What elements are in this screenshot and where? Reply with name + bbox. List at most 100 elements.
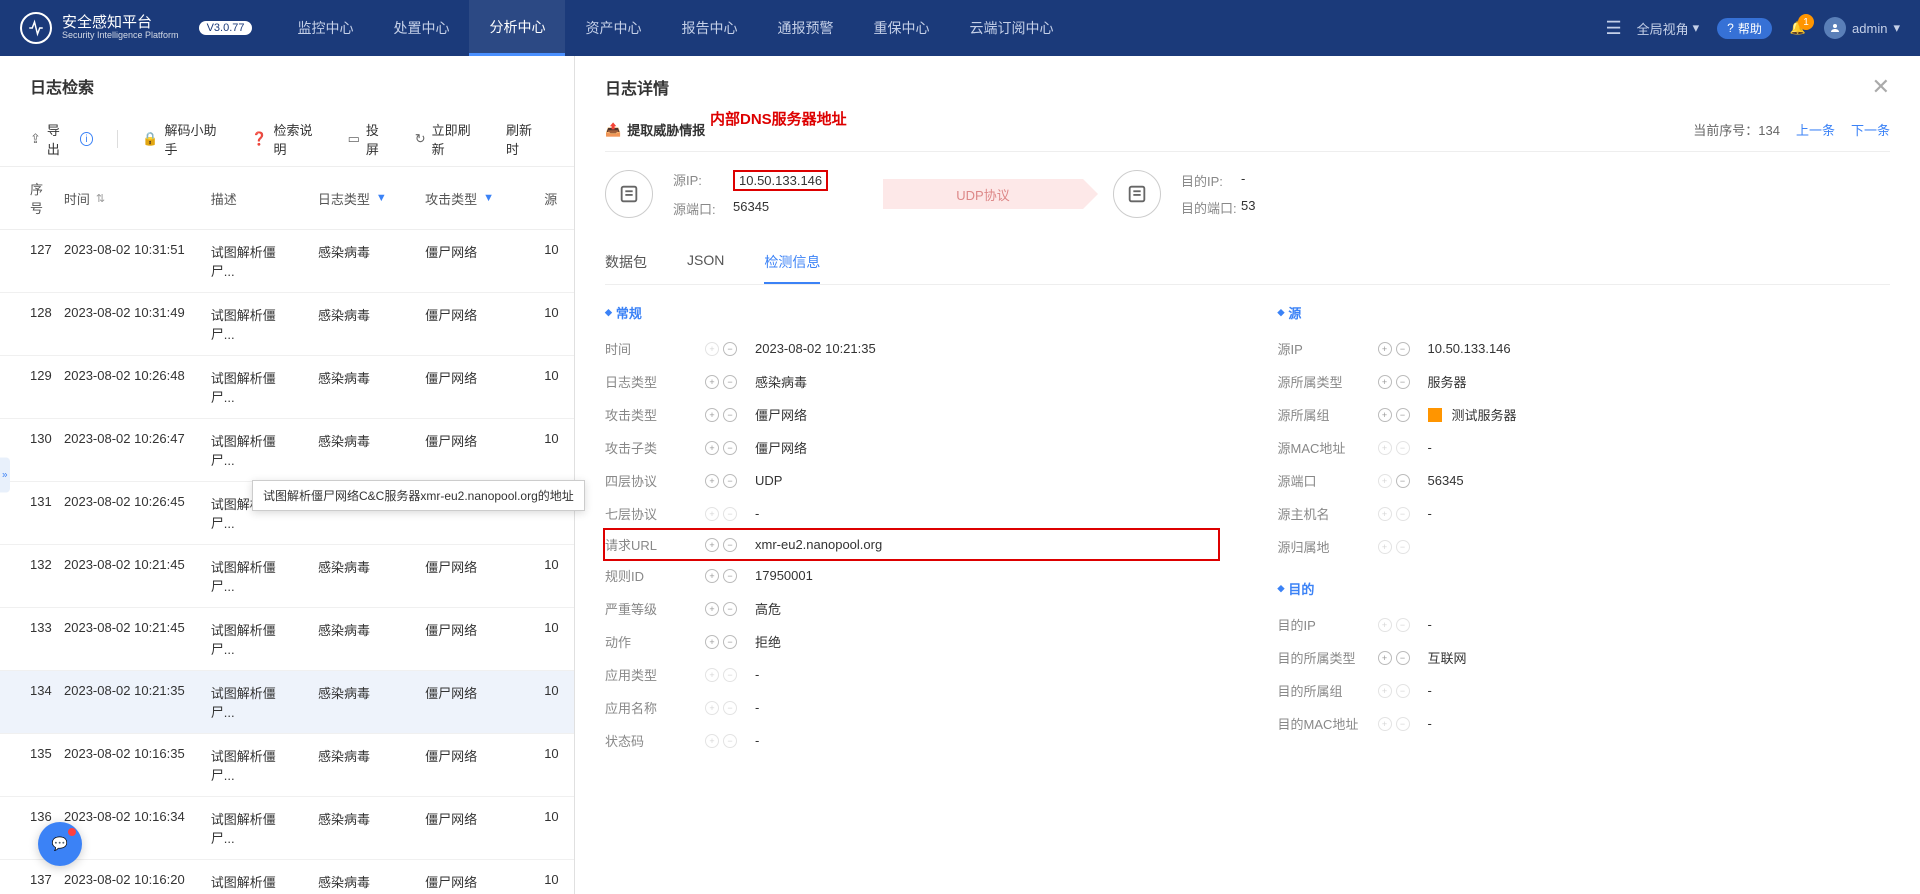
table-row[interactable]: 1292023-08-02 10:26:48试图解析僵尸...感染病毒僵尸网络1…	[0, 356, 574, 419]
minus-icon[interactable]: −	[1396, 618, 1410, 632]
column-logtype[interactable]: 日志类型▼	[308, 179, 415, 217]
minus-icon[interactable]: −	[723, 734, 737, 748]
nav-item[interactable]: 处置中心	[373, 0, 469, 56]
plus-icon[interactable]: +	[705, 734, 719, 748]
nav-item[interactable]: 云端订阅中心	[949, 0, 1073, 56]
minus-icon[interactable]: −	[723, 441, 737, 455]
extract-threat-button[interactable]: 📤提取威胁情报	[605, 120, 705, 139]
plus-icon[interactable]: +	[705, 701, 719, 715]
table-row[interactable]: 1332023-08-02 10:21:45试图解析僵尸...感染病毒僵尸网络1…	[0, 608, 574, 671]
plus-icon[interactable]: +	[1378, 408, 1392, 422]
filter-icon[interactable]: ▼	[376, 192, 387, 204]
plus-icon[interactable]: +	[705, 569, 719, 583]
table-row[interactable]: 1322023-08-02 10:21:45试图解析僵尸...感染病毒僵尸网络1…	[0, 545, 574, 608]
minus-icon[interactable]: −	[723, 408, 737, 422]
plus-icon[interactable]: +	[1378, 342, 1392, 356]
nav-item[interactable]: 监控中心	[277, 0, 373, 56]
minus-icon[interactable]: −	[723, 701, 737, 715]
search-help-button[interactable]: ❓检索说明	[251, 120, 323, 158]
minus-icon[interactable]: −	[723, 668, 737, 682]
minus-icon[interactable]: −	[723, 507, 737, 521]
column-atktype[interactable]: 攻击类型▼	[415, 179, 534, 217]
nav-more-icon[interactable]: ☰	[1590, 18, 1636, 39]
chat-button[interactable]: 💬	[38, 822, 82, 866]
plus-icon[interactable]: +	[705, 538, 719, 552]
minus-icon[interactable]: −	[723, 538, 737, 552]
close-button[interactable]: ✕	[1872, 74, 1890, 100]
user-menu[interactable]: admin ▾	[1824, 17, 1900, 39]
column-src[interactable]: 源	[534, 179, 574, 217]
table-row[interactable]: 1362023-08-02 10:16:34试图解析僵尸...感染病毒僵尸网络1…	[0, 797, 574, 860]
table-row[interactable]: 1282023-08-02 10:31:49试图解析僵尸...感染病毒僵尸网络1…	[0, 293, 574, 356]
section-general: 常规	[605, 303, 1218, 322]
minus-icon[interactable]: −	[723, 602, 737, 616]
plus-icon[interactable]: +	[705, 375, 719, 389]
minus-icon[interactable]: −	[1396, 507, 1410, 521]
tab[interactable]: 数据包	[605, 242, 647, 284]
kv-row: 应用类型+−-	[605, 658, 1218, 691]
plus-icon[interactable]: +	[1378, 540, 1392, 554]
decode-button[interactable]: 🔒解码小助手	[142, 120, 227, 158]
minus-icon[interactable]: −	[1396, 474, 1410, 488]
minus-icon[interactable]: −	[1396, 684, 1410, 698]
notifications-button[interactable]: 🔔1	[1790, 20, 1806, 36]
table-row[interactable]: 1352023-08-02 10:16:35试图解析僵尸...感染病毒僵尸网络1…	[0, 734, 574, 797]
plus-icon[interactable]: +	[705, 342, 719, 356]
minus-icon[interactable]: −	[1396, 651, 1410, 665]
plus-icon[interactable]: +	[1378, 618, 1392, 632]
plus-icon[interactable]: +	[705, 441, 719, 455]
help-button[interactable]: ? 帮助	[1717, 18, 1772, 39]
next-button[interactable]: 下一条	[1851, 120, 1890, 139]
kv-value: UDP	[755, 473, 782, 488]
plus-icon[interactable]: +	[705, 635, 719, 649]
column-seq[interactable]: 序号	[0, 179, 54, 217]
plus-icon[interactable]: +	[1378, 474, 1392, 488]
nav-item[interactable]: 报告中心	[661, 0, 757, 56]
plus-icon[interactable]: +	[1378, 717, 1392, 731]
plus-icon[interactable]: +	[705, 668, 719, 682]
expand-handle[interactable]: »	[0, 458, 10, 493]
kv-value: -	[755, 733, 759, 748]
plus-icon[interactable]: +	[1378, 507, 1392, 521]
plus-icon[interactable]: +	[1378, 684, 1392, 698]
kv-row: 日志类型+−感染病毒	[605, 365, 1218, 398]
global-view-dropdown[interactable]: 全局视角 ▾	[1637, 19, 1700, 38]
minus-icon[interactable]: −	[1396, 408, 1410, 422]
main-nav: 监控中心处置中心分析中心资产中心报告中心通报预警重保中心云端订阅中心	[277, 0, 1590, 56]
minus-icon[interactable]: −	[723, 635, 737, 649]
tab[interactable]: JSON	[687, 242, 724, 284]
minus-icon[interactable]: −	[1396, 441, 1410, 455]
minus-icon[interactable]: −	[723, 375, 737, 389]
tab[interactable]: 检测信息	[764, 242, 820, 284]
nav-item[interactable]: 分析中心	[469, 0, 565, 56]
nav-item[interactable]: 通报预警	[757, 0, 853, 56]
plus-icon[interactable]: +	[1378, 441, 1392, 455]
table-row[interactable]: 1372023-08-02 10:16:20试图解析僵尸...感染病毒僵尸网络1…	[0, 860, 574, 894]
minus-icon[interactable]: −	[1396, 375, 1410, 389]
cast-button[interactable]: ▭投屏	[348, 120, 391, 158]
filter-icon[interactable]: ▼	[483, 192, 494, 204]
plus-icon[interactable]: +	[1378, 375, 1392, 389]
table-row[interactable]: 1342023-08-02 10:21:35试图解析僵尸...感染病毒僵尸网络1…	[0, 671, 574, 734]
plus-icon[interactable]: +	[1378, 651, 1392, 665]
table-row[interactable]: 1272023-08-02 10:31:51试图解析僵尸...感染病毒僵尸网络1…	[0, 230, 574, 293]
plus-icon[interactable]: +	[705, 408, 719, 422]
plus-icon[interactable]: +	[705, 602, 719, 616]
minus-icon[interactable]: −	[723, 342, 737, 356]
minus-icon[interactable]: −	[1396, 342, 1410, 356]
table-row[interactable]: 1302023-08-02 10:26:47试图解析僵尸...感染病毒僵尸网络1…	[0, 419, 574, 482]
plus-icon[interactable]: +	[705, 507, 719, 521]
minus-icon[interactable]: −	[1396, 717, 1410, 731]
export-button[interactable]: ⇪导出i	[30, 120, 93, 158]
tooltip: 试图解析僵尸网络C&C服务器xmr-eu2.nanopool.org的地址	[252, 480, 575, 511]
column-time[interactable]: 时间⇅	[54, 179, 201, 217]
prev-button[interactable]: 上一条	[1796, 120, 1835, 139]
refresh-button[interactable]: ↻立即刷新	[415, 120, 482, 158]
minus-icon[interactable]: −	[723, 569, 737, 583]
minus-icon[interactable]: −	[723, 474, 737, 488]
column-desc[interactable]: 描述	[201, 179, 308, 217]
nav-item[interactable]: 资产中心	[565, 0, 661, 56]
plus-icon[interactable]: +	[705, 474, 719, 488]
nav-item[interactable]: 重保中心	[853, 0, 949, 56]
minus-icon[interactable]: −	[1396, 540, 1410, 554]
